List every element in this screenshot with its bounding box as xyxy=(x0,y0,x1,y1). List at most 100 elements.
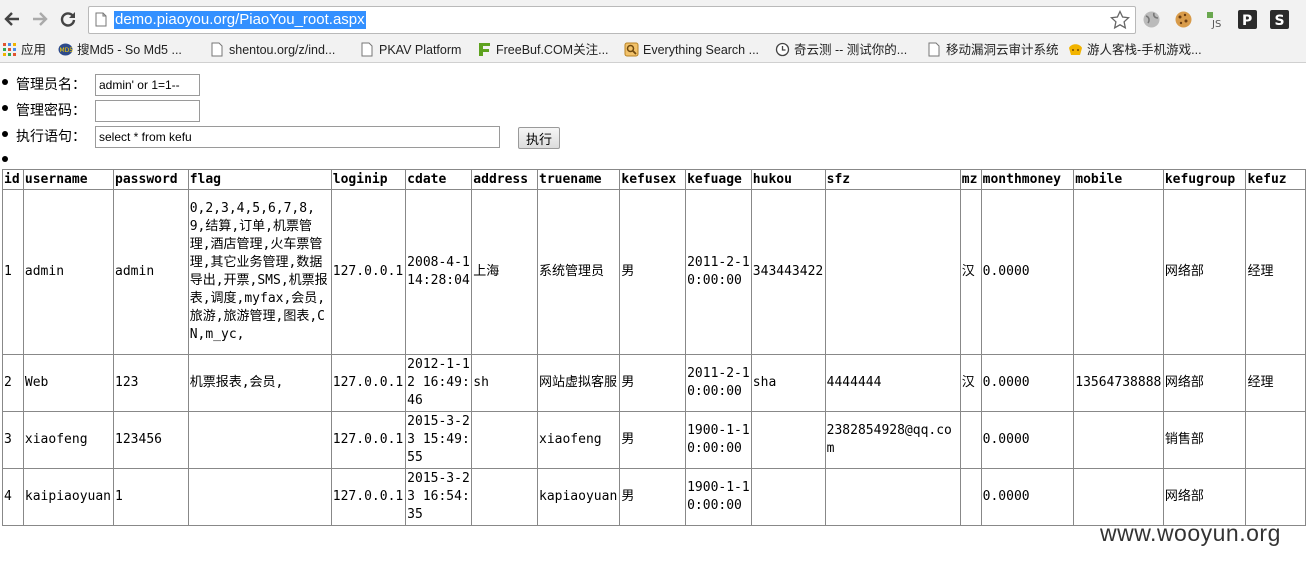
column-header-kefuage: kefuage xyxy=(685,169,752,190)
watermark: www.wooyun.org xyxy=(1100,520,1281,546)
cell-kefuage: 2011-2-1 0:00:00 xyxy=(685,189,752,355)
apps-grid-icon xyxy=(2,42,17,57)
bookmark-everything-search[interactable]: Everything Search ... xyxy=(624,41,759,59)
table-header-row: id username password flag loginip cdate addres… xyxy=(2,169,1306,190)
execute-button[interactable]: 执行 xyxy=(518,127,560,149)
cell-id: 1 xyxy=(2,189,24,355)
svg-text:P: P xyxy=(1242,13,1252,29)
back-arrow-icon[interactable] xyxy=(2,9,22,29)
svg-text:S: S xyxy=(1275,13,1285,29)
admin-password-label: 管理密码： xyxy=(16,103,86,119)
js-extension-icon[interactable]: JS xyxy=(1206,10,1225,30)
admin-name-label: 管理员名： xyxy=(16,77,86,93)
bookmark-somd5[interactable]: MD5 搜Md5 - So Md5 ... xyxy=(58,41,182,59)
table-row: 4 kaipiaoyuan 1 127.0.0.1 2015-3-23 16:54:35… xyxy=(2,468,1306,526)
kefu-result-table: id username password flag loginip cdate addres… xyxy=(2,169,1306,526)
clock-icon xyxy=(775,42,790,57)
address-bar[interactable]: demo.piaoyou.org/PiaoYou_root.aspx xyxy=(88,6,1136,34)
s-extension-icon[interactable]: S xyxy=(1270,10,1289,29)
bookmark-freebuf[interactable]: FreeBuf.COM关注... xyxy=(477,41,609,59)
cell-flag: 机票报表,会员, xyxy=(187,354,332,412)
youren-icon xyxy=(1068,42,1083,57)
cell-kefuage: 1900-1-1 0:00:00 xyxy=(685,468,752,526)
admin-password-input[interactable] xyxy=(95,100,200,122)
sql-statement-input[interactable]: select * from kefu xyxy=(95,126,500,148)
bookmark-apps[interactable]: 应用 xyxy=(2,41,46,59)
cell-username: kaipiaoyuan xyxy=(22,468,115,526)
table-row: 2 Web 123 机票报表,会员, 127.0.0.1 2012-1-12 16:49:… xyxy=(2,354,1306,412)
cell-id: 3 xyxy=(2,411,24,469)
cell-kefugroup: 销售部 xyxy=(1162,411,1247,469)
cell-monthmoney: 0.0000 xyxy=(980,411,1075,469)
cell-truename: xiaofeng xyxy=(536,411,621,469)
cell-hukou xyxy=(750,411,826,469)
cell-password: 1 xyxy=(113,468,189,526)
cell-kefuage: 1900-1-1 0:00:00 xyxy=(685,411,752,469)
cell-hukou xyxy=(750,468,826,526)
column-header-kefuz: kefuz xyxy=(1245,169,1306,190)
column-header-cdate: cdate xyxy=(405,169,473,190)
page-icon xyxy=(360,42,375,57)
cell-mz xyxy=(959,468,982,526)
bookmark-youren[interactable]: 游人客栈-手机游戏... xyxy=(1068,41,1202,59)
cell-loginip: 127.0.0.1 xyxy=(330,354,407,412)
cell-cdate: 2012-1-12 16:49:46 xyxy=(405,354,473,412)
reload-icon[interactable] xyxy=(58,9,78,29)
cell-kefusex: 男 xyxy=(619,468,687,526)
globe-icon[interactable] xyxy=(1142,10,1161,29)
cell-kefugroup: 网络部 xyxy=(1162,189,1247,355)
list-bullet xyxy=(2,131,8,137)
cell-username: xiaofeng xyxy=(22,411,115,469)
column-header-mobile: mobile xyxy=(1073,169,1164,190)
cell-loginip: 127.0.0.1 xyxy=(330,468,407,526)
table-row: 1 admin admin 0,2,3,4,5,6,7,8,9,结算,订单,机票管理,… xyxy=(2,189,1306,355)
p-extension-icon[interactable]: P xyxy=(1238,10,1257,29)
cell-kefusex: 男 xyxy=(619,354,687,412)
cell-kefuage: 2011-2-1 0:00:00 xyxy=(685,354,752,412)
cell-kefuz xyxy=(1245,411,1306,469)
cell-id: 2 xyxy=(2,354,24,412)
table-body: 1 admin admin 0,2,3,4,5,6,7,8,9,结算,订单,机票管理,… xyxy=(2,189,1306,526)
column-header-mz: mz xyxy=(959,169,982,190)
cell-kefugroup: 网络部 xyxy=(1162,354,1247,412)
cell-sfz xyxy=(824,189,961,355)
cell-monthmoney: 0.0000 xyxy=(980,189,1075,355)
admin-name-input[interactable]: admin' or 1=1-- xyxy=(95,74,200,96)
cell-kefuz xyxy=(1245,468,1306,526)
bookmarks-bar: 应用 MD5 搜Md5 - So Md5 ... shentou.org/z/i… xyxy=(0,38,1306,63)
url-text[interactable]: demo.piaoyou.org/PiaoYou_root.aspx xyxy=(114,11,366,29)
cell-monthmoney: 0.0000 xyxy=(980,354,1075,412)
cookie-icon[interactable] xyxy=(1174,10,1193,29)
browser-toolbar: demo.piaoyou.org/PiaoYou_root.aspx JS P … xyxy=(0,0,1306,38)
cell-truename: kapiaoyuan xyxy=(536,468,621,526)
star-icon[interactable] xyxy=(1109,9,1131,34)
bookmark-mobile-vuln-audit[interactable]: 移动漏洞云审计系统 xyxy=(927,41,1059,59)
cell-truename: 网站虚拟客服 xyxy=(536,354,621,412)
cell-address xyxy=(471,468,538,526)
cell-cdate: 2015-3-23 15:49:55 xyxy=(405,411,473,469)
bookmark-qiyunce[interactable]: 奇云测 -- 测试你的... xyxy=(775,41,907,59)
bookmark-pkav[interactable]: PKAV Platform xyxy=(360,41,461,59)
column-header-password: password xyxy=(113,169,189,190)
cell-mobile xyxy=(1073,411,1164,469)
page-icon xyxy=(210,42,225,57)
cell-password: admin xyxy=(113,189,189,355)
column-header-username: username xyxy=(22,169,115,190)
list-bullet xyxy=(2,105,8,111)
page-icon xyxy=(927,42,942,57)
cell-mz xyxy=(959,411,982,469)
cell-id: 4 xyxy=(2,468,24,526)
forward-arrow-icon[interactable] xyxy=(30,9,50,29)
cell-sfz xyxy=(824,468,961,526)
cell-address xyxy=(471,411,538,469)
cell-kefusex: 男 xyxy=(619,189,687,355)
cell-username: admin xyxy=(22,189,115,355)
list-bullet xyxy=(2,79,8,85)
bookmark-shentou[interactable]: shentou.org/z/ind... xyxy=(210,41,335,59)
cell-hukou: sha xyxy=(750,354,826,412)
cell-mz: 汉 xyxy=(959,354,982,412)
cell-loginip: 127.0.0.1 xyxy=(330,411,407,469)
cell-kefugroup: 网络部 xyxy=(1162,468,1247,526)
cell-kefuz: 经理 xyxy=(1245,189,1306,355)
column-header-flag: flag xyxy=(187,169,332,190)
